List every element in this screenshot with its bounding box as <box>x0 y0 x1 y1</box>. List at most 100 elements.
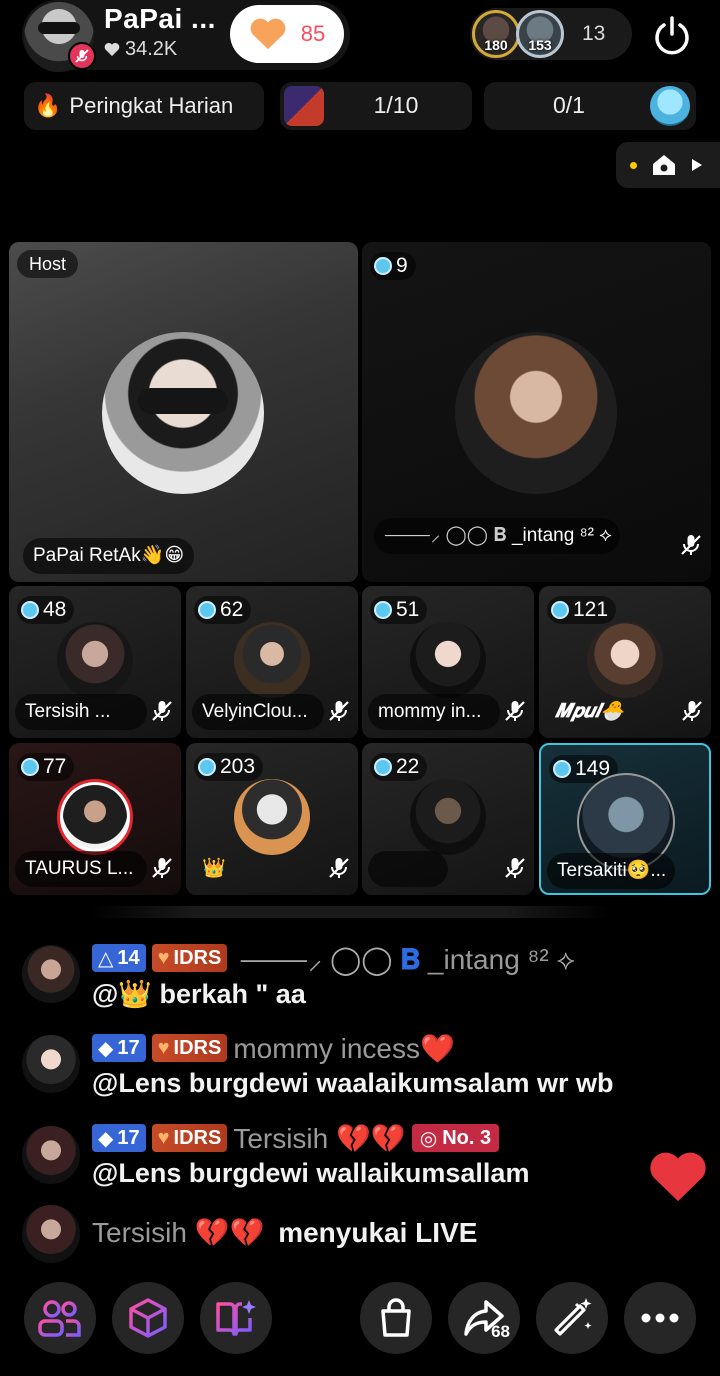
chat-avatar[interactable] <box>22 1035 80 1093</box>
guest-seat[interactable]: 51 mommy in... <box>362 586 534 738</box>
guest-name: VelyinClou... <box>192 694 324 730</box>
seat-badge: 51 <box>370 596 428 624</box>
guests-button[interactable] <box>24 1282 96 1354</box>
guest-name: ⸻⸝ ◯◯ 𝐁 _intang ⁸² ⟡ <box>374 518 620 554</box>
play-icon[interactable] <box>691 158 703 172</box>
host-likes-count: 34.2K <box>125 38 178 60</box>
fan-club-badge: ♥ IDRS <box>151 1034 228 1062</box>
chat-username[interactable]: mommy incess❤️ <box>233 1032 455 1065</box>
guest-seat[interactable]: 48 Tersisih ... <box>9 586 181 738</box>
guest-avatar[interactable] <box>587 622 663 698</box>
more-dots-icon <box>641 1313 679 1323</box>
daily-ranking-button[interactable]: 🔥 Peringkat Harian <box>24 82 264 130</box>
guest-seat-speaking[interactable]: 149 Tersakiti🥺... <box>539 743 711 895</box>
home-icon[interactable] <box>651 153 677 177</box>
guest-seat[interactable]: 62 VelyinClou... <box>186 586 358 738</box>
guest-name: mommy in... <box>368 694 500 730</box>
host-seat[interactable]: Host PaPai RetAk👋😁 <box>9 242 358 582</box>
chat-username[interactable]: Tersisih 💔💔 <box>233 1122 405 1155</box>
chat-text: menyukai LIVE <box>278 1217 478 1248</box>
guest-name: Tersisih ... <box>15 694 147 730</box>
diamond-icon: ◆ <box>98 1037 114 1060</box>
guest-seat[interactable]: 121 𝑴𝒑𝒖𝒍🐣 <box>539 586 711 738</box>
guest-name <box>368 851 448 887</box>
host-likes: 34.2K <box>104 38 177 61</box>
guest-name: TAURUS L... <box>15 851 147 887</box>
host-seat-avatar[interactable] <box>102 332 264 494</box>
fire-icon: 🔥 <box>34 93 62 118</box>
guest-avatar[interactable] <box>57 779 133 855</box>
magic-wand-icon <box>554 1298 592 1336</box>
gift-goal[interactable]: 0/1 <box>484 82 696 130</box>
top-viewer-avatar[interactable]: 180 <box>472 10 520 58</box>
gem-icon <box>374 758 392 776</box>
seat-badge: 77 <box>17 753 75 781</box>
effects-button[interactable] <box>112 1282 184 1354</box>
fan-club-badge: ♥ IDRS <box>151 1124 228 1152</box>
mini-player-controls[interactable] <box>616 142 720 188</box>
gem-icon <box>21 601 39 619</box>
users-icon <box>38 1300 81 1337</box>
shop-button[interactable] <box>360 1282 432 1354</box>
chat-username[interactable]: _intang ⁸² <box>428 944 549 975</box>
viewer-list[interactable]: 180 153 13 <box>470 8 632 60</box>
share-button[interactable]: 68 <box>448 1282 520 1354</box>
rules-button[interactable] <box>200 1282 272 1354</box>
chat-avatar[interactable] <box>22 1205 80 1263</box>
heart-icon: ♥ <box>157 1126 170 1149</box>
gift-goal-text: 0/1 <box>553 92 585 118</box>
faded-previous-message <box>90 906 610 918</box>
level-badge: ◆ 17 <box>92 1034 146 1062</box>
guest-avatar[interactable] <box>410 622 486 698</box>
guest-seat[interactable]: 9 ⸻⸝ ◯◯ 𝐁 _intang ⁸² ⟡ <box>362 242 711 582</box>
heart-icon: ♥ <box>157 946 170 969</box>
seat-badge: 121 <box>547 596 617 624</box>
gem-icon <box>21 758 39 776</box>
more-button[interactable] <box>624 1282 696 1354</box>
guest-name: 𝑴𝒑𝒖𝒍🐣 <box>555 701 624 722</box>
mic-off-icon <box>152 701 172 721</box>
mic-off-icon <box>682 701 702 721</box>
host-tag: Host <box>17 250 79 278</box>
chat-message: ◆ 17 ♥ IDRS mommy incess❤️ @Lens burgdewi … <box>92 1032 613 1099</box>
goal-progress[interactable]: 1/10 <box>280 82 472 130</box>
mic-off-icon <box>505 701 525 721</box>
chat-avatar[interactable] <box>22 945 80 1003</box>
guest-seat[interactable]: 22 <box>362 743 534 895</box>
guest-seat[interactable]: 77 TAURUS L... <box>9 743 181 895</box>
gift-goal-icon <box>650 86 690 126</box>
chat-text: @Lens burgdewi waalaikumsalam wr wb <box>92 1068 614 1098</box>
shopping-bag-icon <box>381 1298 411 1337</box>
seat-badge: 9 <box>370 252 416 280</box>
guest-avatar[interactable] <box>57 622 133 698</box>
follow-button[interactable]: 85 <box>230 5 344 63</box>
triangle-icon: △ <box>98 947 114 970</box>
gem-icon <box>553 760 571 778</box>
seat-badge: 62 <box>194 596 252 624</box>
top-viewer-avatar[interactable]: 153 <box>516 10 564 58</box>
mic-off-icon <box>329 701 349 721</box>
close-live-button[interactable] <box>650 14 694 58</box>
seat-badge: 48 <box>17 596 75 624</box>
seat-badge: 22 <box>370 753 428 781</box>
host-seat-name: PaPai RetAk👋😁 <box>23 538 195 574</box>
rank-badge: ◎ No. 3 <box>411 1124 500 1152</box>
seat-badge: 203 <box>194 753 264 781</box>
magic-wand-button[interactable] <box>536 1282 608 1354</box>
guest-seat[interactable]: 203 👑 <box>186 743 358 895</box>
chat-avatar[interactable] <box>22 1126 80 1184</box>
chat-username[interactable]: Tersisih 💔💔 <box>92 1217 264 1248</box>
goal-progress-text: 1/10 <box>373 92 419 118</box>
indicator-dot <box>630 161 637 169</box>
guest-name: Tersakiti🥺... <box>547 853 675 889</box>
heart-icon <box>250 18 286 50</box>
share-count: 68 <box>491 1322 510 1341</box>
gem-icon <box>198 758 216 776</box>
mic-off-icon <box>505 858 525 878</box>
medal-icon: ◎ <box>419 1127 438 1150</box>
chat-like-notice: Tersisih 💔💔 menyukai LIVE <box>92 1216 477 1249</box>
guest-avatar[interactable] <box>234 622 310 698</box>
guest-avatar[interactable] <box>455 332 617 494</box>
guest-avatar[interactable] <box>234 779 310 855</box>
guest-avatar[interactable] <box>410 779 486 855</box>
